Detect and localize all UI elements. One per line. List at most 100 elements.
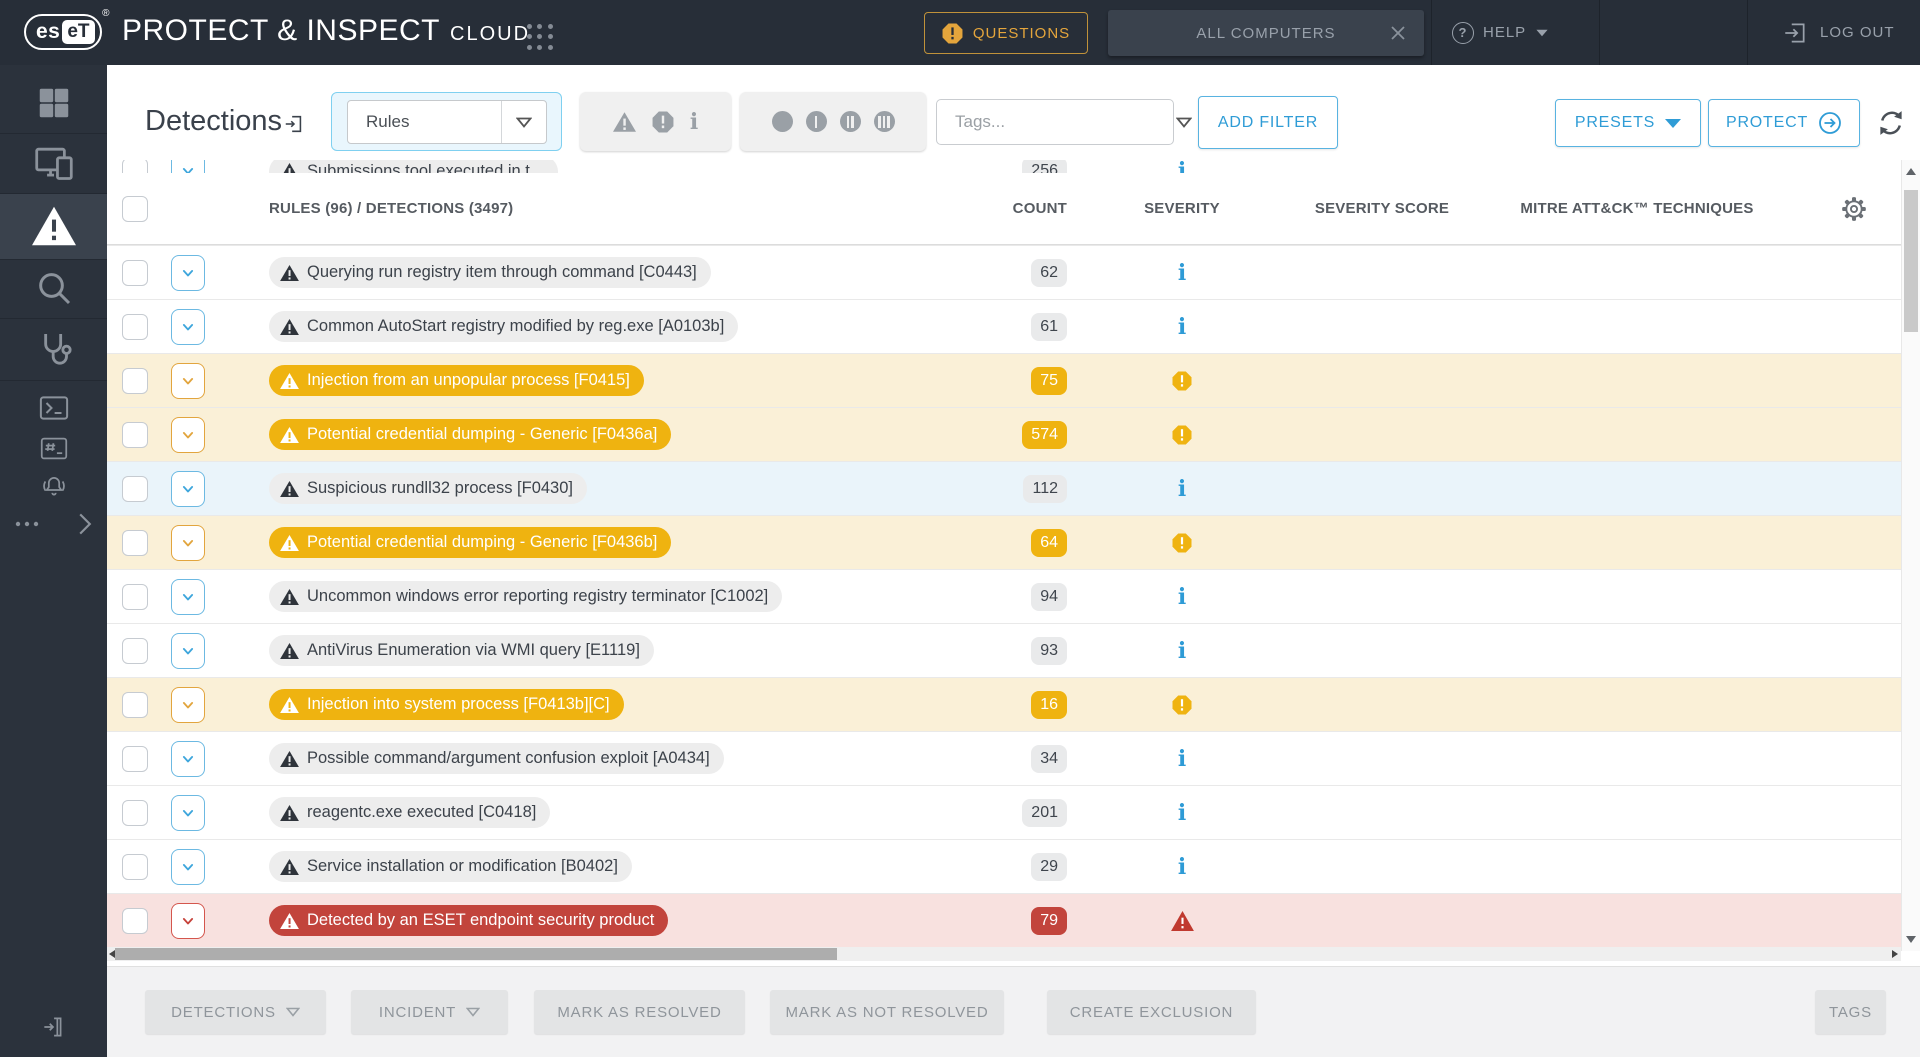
expand-chevron-button[interactable] bbox=[171, 160, 205, 173]
row-checkbox[interactable] bbox=[122, 800, 148, 826]
sidebar-item-search[interactable] bbox=[0, 263, 107, 313]
apps-grid-icon[interactable] bbox=[524, 21, 556, 53]
rule-badge[interactable]: reagentc.exe executed [C0418] bbox=[269, 797, 550, 828]
row-checkbox[interactable] bbox=[122, 692, 148, 718]
logout-button[interactable]: LOG OUT bbox=[1782, 0, 1895, 65]
select-all-checkbox[interactable] bbox=[122, 196, 148, 222]
rule-badge[interactable]: Detected by an ESET endpoint security pr… bbox=[269, 905, 668, 936]
row-checkbox[interactable] bbox=[122, 314, 148, 340]
row-checkbox[interactable] bbox=[122, 160, 148, 173]
rule-badge[interactable]: Submissions tool executed in t... bbox=[269, 160, 558, 173]
severity-warning-filter-icon[interactable] bbox=[613, 112, 636, 132]
mark-resolved-button[interactable]: MARK AS RESOLVED bbox=[534, 990, 745, 1034]
open-in-panel-icon[interactable] bbox=[283, 113, 305, 135]
column-severity-score[interactable]: SEVERITY SCORE bbox=[1315, 200, 1449, 217]
table-row[interactable]: Potential credential dumping - Generic [… bbox=[107, 407, 1901, 461]
expand-chevron-button[interactable] bbox=[171, 363, 205, 399]
row-checkbox[interactable] bbox=[122, 908, 148, 934]
vertical-scrollbar-thumb[interactable] bbox=[1904, 190, 1918, 332]
protect-button[interactable]: PROTECT bbox=[1708, 99, 1860, 147]
horizontal-scrollbar[interactable] bbox=[107, 947, 1901, 961]
column-rules-detections[interactable]: RULES (96) / DETECTIONS (3497) bbox=[269, 200, 513, 217]
sidebar-item-computers[interactable] bbox=[0, 139, 107, 187]
table-row[interactable]: AntiVirus Enumeration via WMI query [E11… bbox=[107, 623, 1901, 677]
tags-button[interactable]: TAGS bbox=[1815, 990, 1886, 1034]
all-computers-selector[interactable]: ALL COMPUTERS bbox=[1108, 10, 1424, 56]
table-row[interactable]: Injection from an unpopular process [F04… bbox=[107, 353, 1901, 407]
severity-alert-filter-icon[interactable] bbox=[652, 111, 674, 133]
rule-badge[interactable]: Injection into system process [F0413b][C… bbox=[269, 689, 624, 720]
tags-filter[interactable] bbox=[936, 99, 1174, 145]
add-filter-button[interactable]: ADD FILTER bbox=[1198, 96, 1338, 149]
rule-badge[interactable]: Potential credential dumping - Generic [… bbox=[269, 419, 671, 450]
expand-chevron-button[interactable] bbox=[171, 309, 205, 345]
close-icon[interactable] bbox=[1388, 23, 1408, 43]
table-row[interactable]: Injection into system process [F0413b][C… bbox=[107, 677, 1901, 731]
table-row[interactable]: Suspicious rundll32 process [F0430] 112 … bbox=[107, 461, 1901, 515]
expand-chevron-right-icon[interactable] bbox=[77, 512, 93, 536]
expand-chevron-button[interactable] bbox=[171, 741, 205, 777]
expand-chevron-button[interactable] bbox=[171, 417, 205, 453]
vertical-scrollbar[interactable] bbox=[1901, 160, 1920, 951]
row-checkbox[interactable] bbox=[122, 260, 148, 286]
rule-badge[interactable]: AntiVirus Enumeration via WMI query [E11… bbox=[269, 635, 654, 666]
row-checkbox[interactable] bbox=[122, 584, 148, 610]
scroll-down-arrow[interactable] bbox=[1906, 936, 1916, 943]
presets-button[interactable]: PRESETS bbox=[1555, 99, 1701, 147]
row-checkbox[interactable] bbox=[122, 368, 148, 394]
column-mitre[interactable]: MITRE ATT&CK™ TECHNIQUES bbox=[1520, 200, 1753, 217]
expand-chevron-button[interactable] bbox=[171, 633, 205, 669]
tags-input[interactable] bbox=[937, 112, 1176, 132]
row-checkbox[interactable] bbox=[122, 638, 148, 664]
row-checkbox[interactable] bbox=[122, 854, 148, 880]
rule-badge[interactable]: Querying run registry item through comma… bbox=[269, 257, 711, 288]
scroll-up-arrow[interactable] bbox=[1906, 168, 1916, 175]
mark-not-resolved-button[interactable]: MARK AS NOT RESOLVED bbox=[770, 990, 1004, 1034]
sidebar-item-more[interactable] bbox=[0, 505, 107, 543]
expand-chevron-button[interactable] bbox=[171, 471, 205, 507]
table-row[interactable]: Querying run registry item through comma… bbox=[107, 245, 1901, 299]
sidebar-item-detections[interactable] bbox=[0, 197, 107, 255]
severity-info-filter-icon[interactable]: i bbox=[690, 111, 698, 133]
table-row[interactable]: reagentc.exe executed [C0418] 201 i bbox=[107, 785, 1901, 839]
rule-badge[interactable]: Service installation or modification [B0… bbox=[269, 851, 632, 882]
column-severity[interactable]: SEVERITY bbox=[1144, 200, 1220, 217]
sidebar-item-diagnostics[interactable] bbox=[0, 323, 107, 375]
incident-action-button[interactable]: INCIDENT bbox=[351, 990, 508, 1034]
sidebar-item-terminal[interactable] bbox=[0, 387, 107, 429]
rule-badge[interactable]: Uncommon windows error reporting registr… bbox=[269, 581, 782, 612]
refresh-icon[interactable] bbox=[1876, 108, 1906, 138]
table-row[interactable]: Potential credential dumping - Generic [… bbox=[107, 515, 1901, 569]
table-row[interactable]: Common AutoStart registry modified by re… bbox=[107, 299, 1901, 353]
expand-chevron-button[interactable] bbox=[171, 903, 205, 939]
table-row[interactable]: Detected by an ESET endpoint security pr… bbox=[107, 893, 1901, 947]
row-checkbox[interactable] bbox=[122, 422, 148, 448]
rules-select[interactable]: Rules bbox=[347, 100, 547, 144]
expand-chevron-button[interactable] bbox=[171, 687, 205, 723]
table-row[interactable]: Service installation or modification [B0… bbox=[107, 839, 1901, 893]
expand-chevron-button[interactable] bbox=[171, 525, 205, 561]
level-2-filter-icon[interactable] bbox=[840, 111, 861, 132]
expand-chevron-button[interactable] bbox=[171, 849, 205, 885]
scroll-right-arrow[interactable] bbox=[1892, 950, 1898, 958]
rule-badge[interactable]: Potential credential dumping - Generic [… bbox=[269, 527, 671, 558]
expand-chevron-button[interactable] bbox=[171, 255, 205, 291]
column-count[interactable]: COUNT bbox=[1013, 200, 1067, 217]
level-3-filter-icon[interactable] bbox=[874, 111, 895, 132]
horizontal-scrollbar-thumb[interactable] bbox=[115, 948, 837, 960]
questions-button[interactable]: QUESTIONS bbox=[924, 12, 1088, 54]
expand-chevron-button[interactable] bbox=[171, 795, 205, 831]
sidebar-item-dashboard[interactable] bbox=[0, 79, 107, 127]
row-checkbox[interactable] bbox=[122, 746, 148, 772]
row-checkbox[interactable] bbox=[122, 530, 148, 556]
rule-badge[interactable]: Suspicious rundll32 process [F0430] bbox=[269, 473, 587, 504]
sidebar-item-rules-editor[interactable] bbox=[0, 428, 107, 468]
level-0-filter-icon[interactable] bbox=[772, 111, 793, 132]
level-1-filter-icon[interactable] bbox=[806, 111, 827, 132]
rule-badge[interactable]: Injection from an unpopular process [F04… bbox=[269, 365, 644, 396]
sidebar-item-notifications[interactable] bbox=[0, 467, 107, 505]
help-menu[interactable]: ? HELP bbox=[1452, 0, 1549, 65]
table-row[interactable]: Possible command/argument confusion expl… bbox=[107, 731, 1901, 785]
rule-badge[interactable]: Common AutoStart registry modified by re… bbox=[269, 311, 738, 342]
row-checkbox[interactable] bbox=[122, 476, 148, 502]
